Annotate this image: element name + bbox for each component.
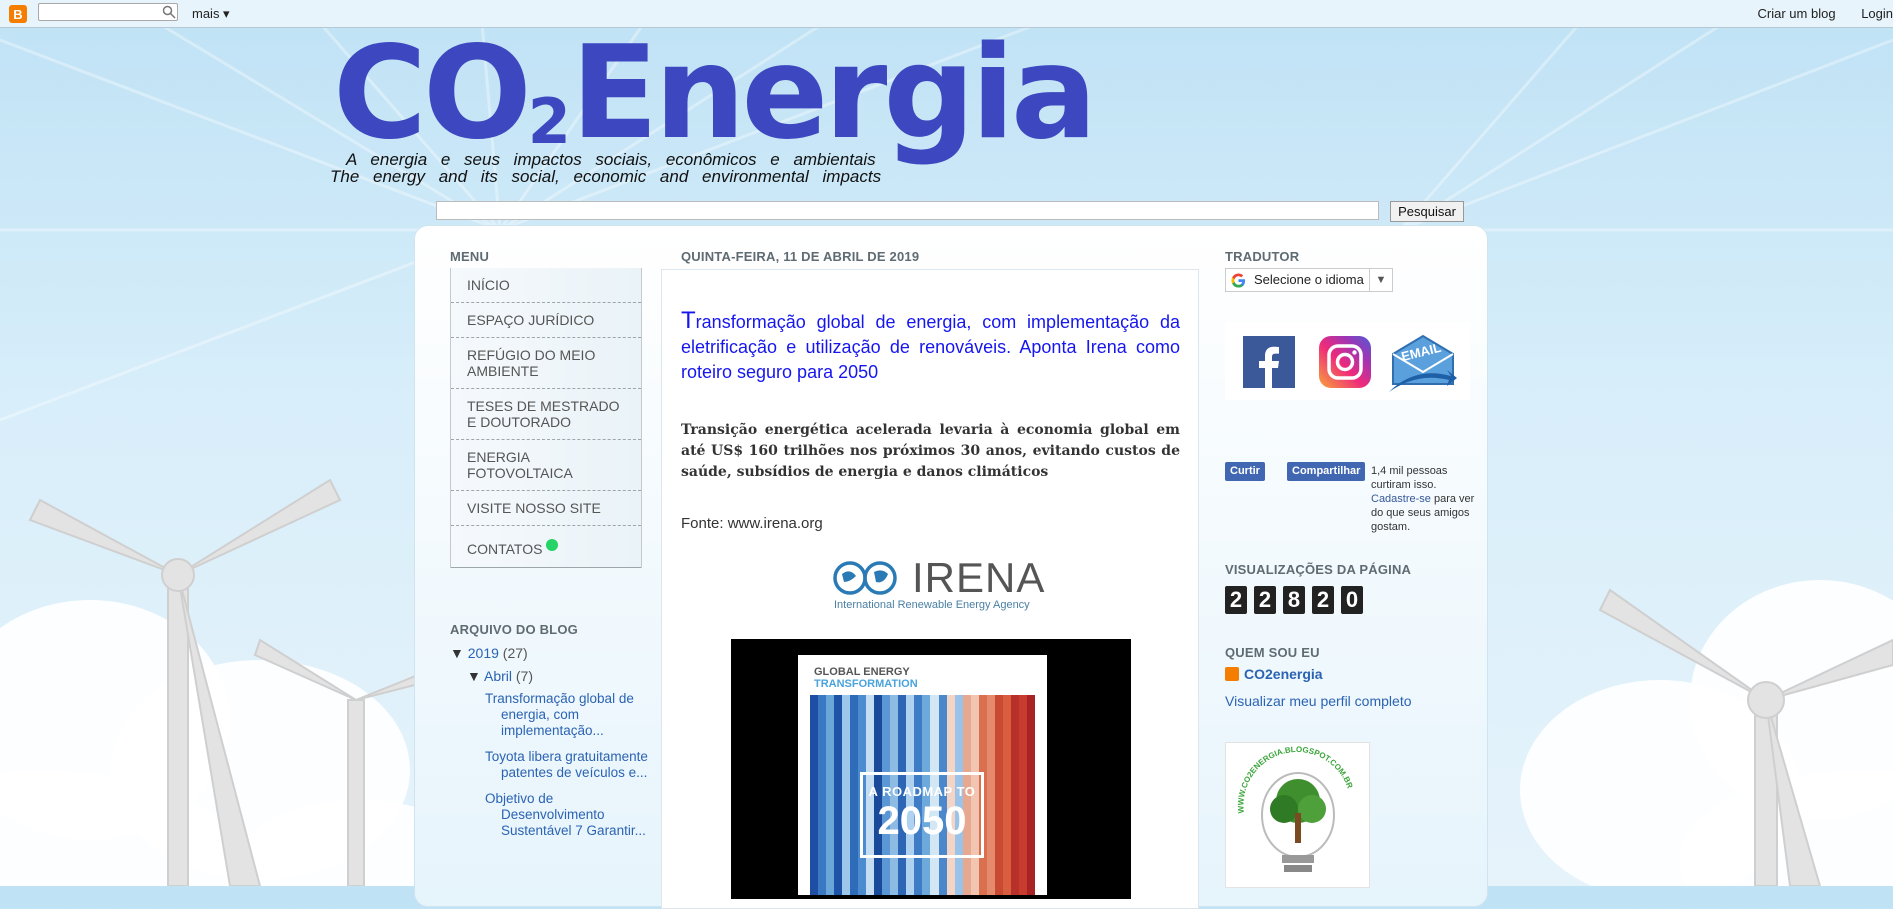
post-title[interactable]: Transformação global de energia, com imp…: [681, 308, 1180, 385]
facebook-icon[interactable]: [1243, 336, 1295, 388]
profile-name: CO2energia: [1244, 666, 1323, 682]
post-source: Fonte: www.irena.org: [681, 515, 823, 532]
menu-item-fotovoltaica[interactable]: ENERGIA FOTOVOLTAICA: [451, 440, 641, 491]
fb-like-button[interactable]: Curtir: [1225, 462, 1265, 481]
archive-year-count: (27): [502, 645, 528, 661]
menu-list: INÍCIO ESPAÇO JURÍDICO REFÚGIO DO MEIO A…: [450, 268, 642, 568]
counter-digit: 8: [1283, 586, 1305, 614]
archive-heading: ARQUIVO DO BLOG: [450, 622, 578, 637]
irena-logo: IRENA International Renewable Energy Age…: [832, 556, 1044, 612]
blogger-navbar: B mais ▾ Criar um blog Login: [0, 0, 1893, 28]
post-date: QUINTA-FEIRA, 11 DE ABRIL DE 2019: [681, 249, 920, 264]
archive-year-row: ▼ 2019 (27): [450, 645, 650, 668]
email-icon[interactable]: EMAIL: [1385, 326, 1461, 396]
language-select-label: Selecione o idioma: [1254, 272, 1364, 287]
translator-heading: TRADUTOR: [1225, 249, 1300, 264]
profile-name-link[interactable]: CO2energia: [1225, 666, 1323, 682]
pageviews-counter: 2 2 8 2 0: [1225, 586, 1363, 614]
blogger-icon[interactable]: B: [9, 5, 27, 23]
archive-year-link[interactable]: 2019: [468, 645, 499, 661]
menu-item-refugio[interactable]: REFÚGIO DO MEIO AMBIENTE: [451, 338, 641, 389]
counter-digit: 2: [1254, 586, 1276, 614]
blog-archive: ▼ 2019 (27) ▼ Abril (7) Transformação gl…: [450, 645, 650, 849]
counter-digit: 0: [1341, 586, 1363, 614]
login-link[interactable]: Login: [1861, 6, 1893, 21]
menu-item-visite-site[interactable]: VISITE NOSSO SITE: [451, 491, 641, 526]
report-title-line1: GLOBAL ENERGY: [814, 666, 910, 678]
language-select[interactable]: Selecione o idioma ▼: [1225, 268, 1393, 292]
roadmap-box: A ROADMAP TO 2050: [860, 772, 984, 858]
navbar-search-input[interactable]: [38, 3, 178, 21]
search-button[interactable]: Pesquisar: [1390, 201, 1464, 222]
collapse-toggle-icon[interactable]: ▼: [467, 668, 481, 684]
menu-item-espaco-juridico[interactable]: ESPAÇO JURÍDICO: [451, 303, 641, 338]
bulb-tree-icon: WWW.CO2ENERGIA.BLOGSPOT.COM.BR: [1236, 745, 1355, 872]
archive-month-link[interactable]: Abril: [484, 668, 512, 684]
post-subtitle: Transição energética acelerada levaria à…: [681, 422, 1180, 480]
search-input[interactable]: [436, 201, 1379, 220]
irena-wordmark: IRENA: [912, 554, 1046, 601]
create-blog-link[interactable]: Criar um blog: [1758, 6, 1836, 21]
irena-globe-icon: [833, 561, 897, 595]
fb-like-count: 1,4 mil pessoas curtiram isso.: [1371, 465, 1448, 491]
view-profile-link[interactable]: Visualizar meu perfil completo: [1225, 693, 1412, 709]
more-menu[interactable]: mais ▾: [192, 6, 230, 22]
menu-item-contatos-label: CONTATOS: [467, 541, 543, 557]
blogger-profile-icon: [1225, 667, 1239, 681]
tagline-en: The energy and its social, economic and …: [330, 167, 882, 186]
google-icon: [1231, 273, 1246, 288]
about-heading: QUEM SOU EU: [1225, 645, 1320, 660]
search-icon[interactable]: [162, 5, 176, 19]
fb-share-button[interactable]: Compartilhar: [1287, 462, 1366, 481]
menu-item-contatos[interactable]: CONTATOS: [451, 526, 641, 568]
counter-digit: 2: [1225, 586, 1247, 614]
report-title-line2: TRANSFORMATION: [814, 678, 918, 690]
menu-heading: MENU: [450, 249, 490, 264]
archive-post-link[interactable]: Toyota libera gratuitamente patentes de …: [485, 749, 650, 781]
archive-posts: Transformação global de energia, com imp…: [450, 691, 650, 839]
pageviews-heading: VISUALIZAÇÕES DA PÁGINA: [1225, 562, 1412, 577]
fb-signup-link[interactable]: Cadastre-se: [1371, 493, 1431, 505]
fb-like-text: 1,4 mil pessoas curtiram isso. Cadastre-…: [1371, 464, 1479, 534]
dropdown-arrow-icon: ▼: [1369, 269, 1392, 291]
archive-month-count: (7): [515, 668, 534, 684]
bulb-logo-image: WWW.CO2ENERGIA.BLOGSPOT.COM.BR: [1225, 742, 1370, 888]
social-links: EMAIL: [1225, 322, 1470, 400]
report-cover: GLOBAL ENERGY TRANSFORMATION A ROADMAP T…: [798, 655, 1047, 895]
archive-month-row: ▼ Abril (7): [450, 668, 650, 691]
instagram-icon[interactable]: [1319, 336, 1371, 388]
archive-post-link[interactable]: Transformação global de energia, com imp…: [485, 691, 650, 739]
menu-item-inicio[interactable]: INÍCIO: [451, 268, 641, 303]
collapse-toggle-icon[interactable]: ▼: [450, 645, 464, 661]
navbar-right-links: Criar um blog Login: [1736, 6, 1893, 21]
roadmap-year: 2050: [877, 799, 967, 843]
counter-digit: 2: [1312, 586, 1334, 614]
menu-item-teses[interactable]: TESES DE MESTRADO E DOUTORADO: [451, 389, 641, 440]
roadmap-label: A ROADMAP TO: [868, 784, 976, 799]
whatsapp-icon: [546, 539, 559, 551]
irena-subtitle: International Renewable Energy Agency: [834, 599, 1030, 611]
archive-post-link[interactable]: Objetivo de Desenvolvimento Sustentável …: [485, 791, 650, 839]
